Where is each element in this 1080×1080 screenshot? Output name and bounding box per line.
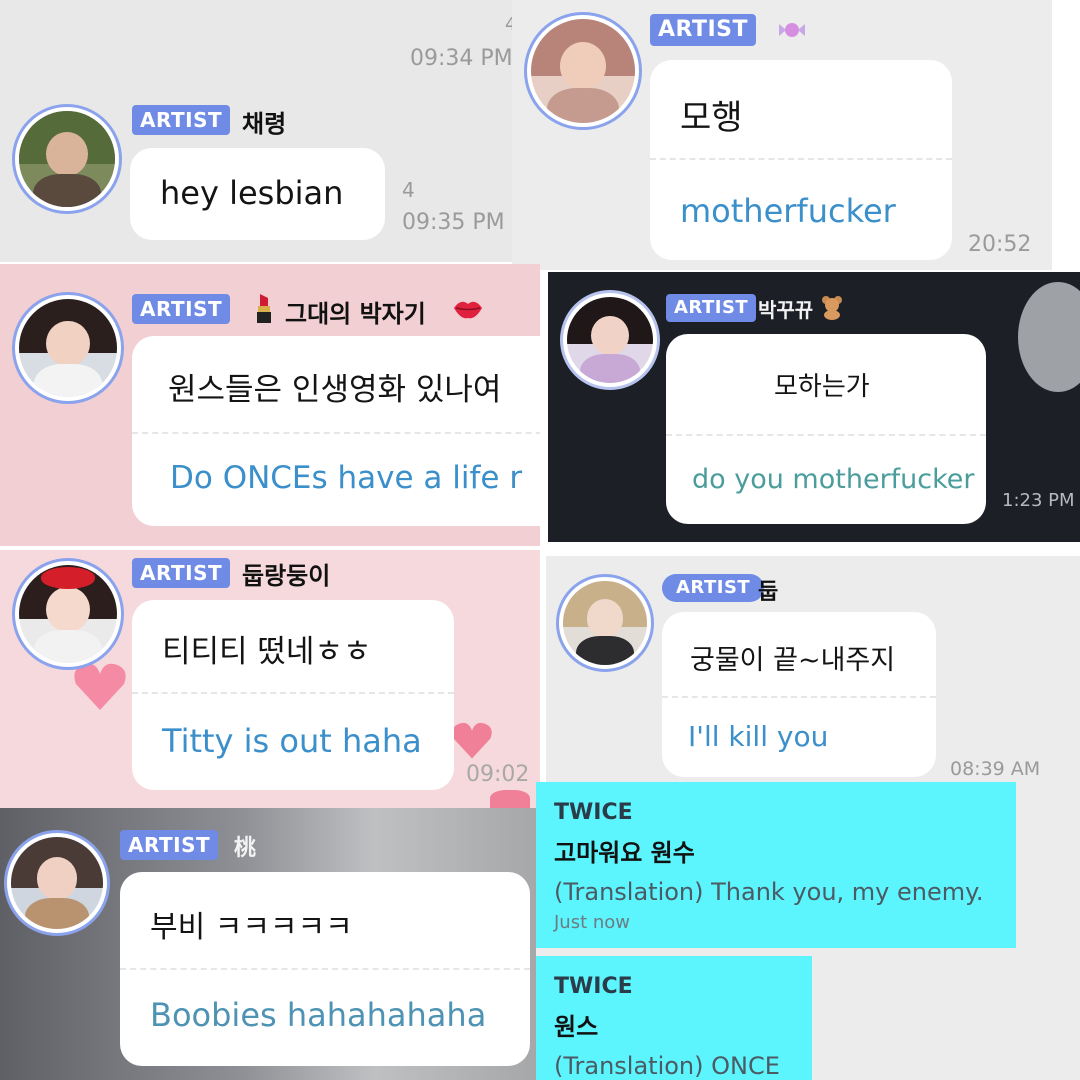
timestamp: 1:23 PM — [1002, 490, 1075, 511]
twice-message[interactable]: TWICE 고마워요 원수 (Translation) Thank you, m… — [536, 782, 1016, 948]
artist-name: 채령 — [242, 110, 287, 138]
message-text: 티티티 떴네ㅎㅎ — [162, 634, 372, 670]
artist-badge: ARTIST — [666, 294, 757, 322]
timestamp: Just now — [554, 912, 631, 933]
timestamp: 20:52 — [968, 232, 1032, 257]
artist-badge: ARTIST — [132, 294, 231, 324]
avatar[interactable] — [12, 104, 122, 214]
translation-text: (Translation) ONCE — [554, 1052, 780, 1080]
artist-badge: ARTIST — [132, 558, 231, 588]
avatar[interactable] — [12, 558, 124, 670]
panel-dahyun: ARTIST 둡랑둥이 티티티 떴네ㅎㅎ Titty is out haha 0… — [0, 550, 540, 808]
bubble-divider — [650, 158, 952, 160]
timestamp: 08:39 AM — [950, 758, 1041, 780]
artist-badge: ARTIST — [662, 574, 765, 602]
artist-name: 둡 — [758, 580, 779, 605]
message-text: 궁물이 끝~내주지 — [690, 645, 896, 676]
message-text: 고마워요 원수 — [554, 839, 695, 867]
bubble-divider — [120, 968, 530, 970]
panel-dubu: ARTIST 둡 궁물이 끝~내주지 I'll kill you 08:39 A… — [546, 556, 1080, 782]
translation-text: I'll kill you — [688, 720, 829, 753]
panel-momo: ARTIST 桃 부비 ㅋㅋㅋㅋㅋ Boobies hahahahaha — [0, 808, 536, 1080]
artist-badge: ARTIST — [650, 14, 757, 46]
read-count: 4 — [402, 178, 415, 202]
message-bubble[interactable]: 모행 motherfucker — [650, 60, 952, 260]
prev-timestamp: 09:34 PM — [410, 46, 513, 71]
heart-decoration — [450, 720, 494, 760]
artist-name: 박꾸뀨 — [758, 298, 814, 322]
teddy-bear-emoji-icon — [820, 294, 844, 320]
sender-name: TWICE — [554, 800, 633, 825]
artist-name: 桃 — [234, 836, 257, 861]
bubble-divider — [662, 696, 936, 698]
bubble-divider — [666, 434, 986, 436]
message-bubble[interactable]: 모하는가 do you motherfucker — [666, 334, 986, 524]
message-text: 모행 — [680, 98, 743, 138]
timestamp: 09:02 — [466, 762, 530, 787]
translation-text: (Translation) Thank you, my enemy. — [554, 878, 984, 906]
artist-badge: ARTIST — [132, 105, 231, 135]
translation-text: motherfucker — [680, 192, 896, 230]
message-bubble[interactable]: 부비 ㅋㅋㅋㅋㅋ Boobies hahahahaha — [120, 872, 530, 1066]
message-text: 원스 — [554, 1013, 599, 1041]
avatar[interactable] — [560, 290, 660, 390]
message-bubble[interactable]: 궁물이 끝~내주지 I'll kill you — [662, 612, 936, 777]
message-text: hey lesbian — [160, 174, 344, 212]
background-blur — [1018, 282, 1080, 392]
panel-chaeryeong: 4 09:34 PM ARTIST 채령 hey lesbian 4 09:35… — [0, 0, 540, 262]
panel-jisoo: ARTIST 박꾸뀨 모하는가 do you motherfucker 1:23… — [548, 272, 1080, 542]
translation-text: Boobies hahahahaha — [150, 996, 487, 1034]
translation-text: do you motherfucker — [692, 464, 975, 495]
lips-emoji-icon — [452, 296, 484, 322]
translation-text: Titty is out haha — [162, 722, 422, 760]
message-bubble[interactable]: 원스들은 인생영화 있나여 Do ONCEs have a life r — [132, 336, 540, 526]
panel-jihyo: ARTIST 그대의 박자기 원스들은 인생영화 있나여 Do ONCEs ha… — [0, 264, 540, 546]
sender-name: TWICE — [554, 974, 633, 999]
message-bubble[interactable]: hey lesbian — [130, 148, 385, 240]
avatar[interactable] — [4, 830, 110, 936]
message-text: 원스들은 인생영화 있나여 — [168, 372, 502, 408]
lipstick-emoji-icon — [253, 292, 275, 324]
artist-name: 그대의 박자기 — [285, 300, 426, 328]
avatar[interactable] — [556, 574, 654, 672]
message-text: 부비 ㅋㅋㅋㅋㅋ — [150, 910, 353, 945]
message-bubble[interactable]: 티티티 떴네ㅎㅎ Titty is out haha — [132, 600, 454, 790]
avatar[interactable] — [524, 12, 642, 130]
translation-text: Do ONCEs have a life r — [170, 460, 523, 496]
candy-emoji-icon — [777, 18, 807, 42]
artist-name: 둡랑둥이 — [242, 562, 331, 590]
heart-decoration — [490, 790, 530, 808]
message-text: 모하는가 — [774, 372, 870, 402]
artist-badge: ARTIST — [120, 830, 219, 860]
timestamp: 09:35 PM — [402, 210, 505, 235]
bubble-divider — [132, 432, 540, 434]
bubble-divider — [132, 692, 454, 694]
panel-mohaeng: ARTIST 모행 motherfucker 20:52 — [512, 0, 1052, 270]
twice-message[interactable]: TWICE 원스 (Translation) ONCE — [536, 956, 812, 1080]
avatar[interactable] — [12, 292, 124, 404]
